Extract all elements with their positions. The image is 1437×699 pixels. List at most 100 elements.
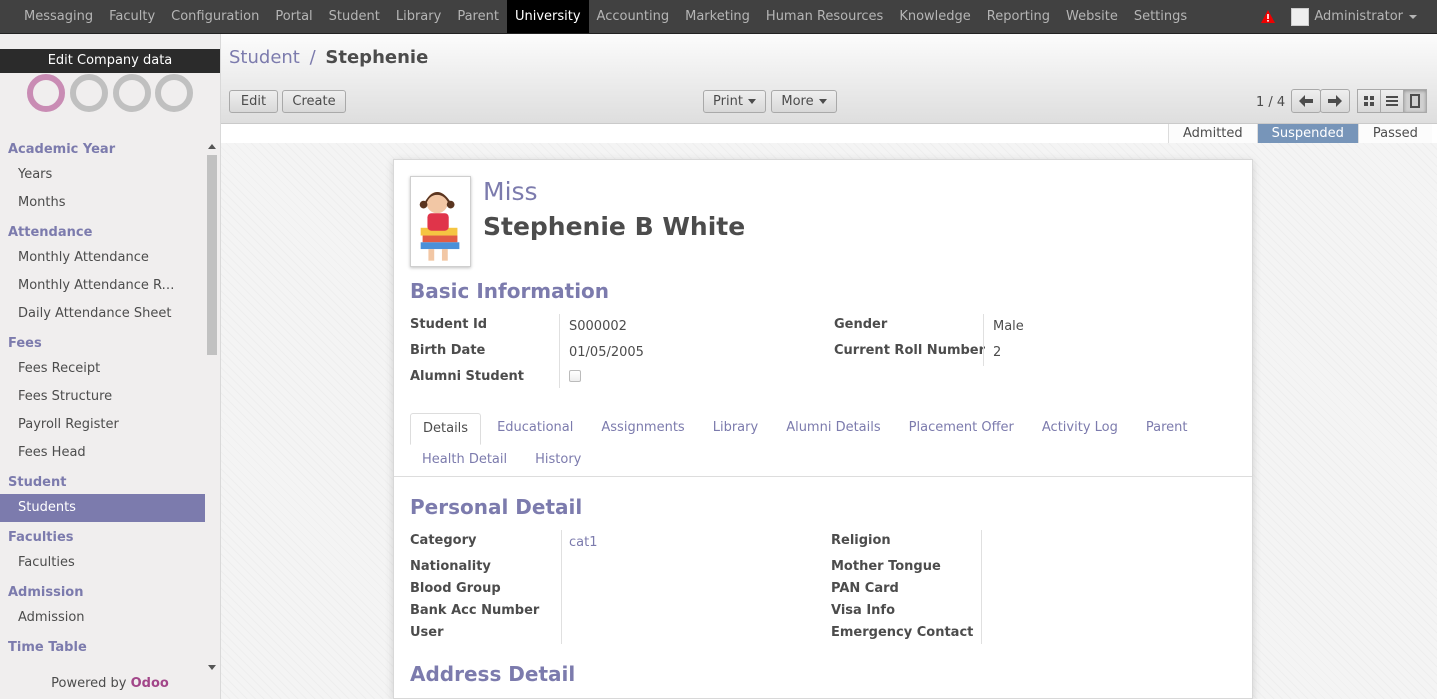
basic-information-heading: Basic Information — [410, 279, 610, 303]
menu-faculty[interactable]: Faculty — [101, 0, 163, 33]
sidebar-item-monthly-attendance-report[interactable]: Monthly Attendance Re... — [0, 272, 205, 300]
field-divider — [561, 530, 562, 644]
category-value[interactable]: cat1 — [569, 535, 597, 550]
sidebar-item-admission[interactable]: Admission — [0, 604, 205, 632]
pan-card-label: PAN Card — [831, 581, 899, 596]
breadcrumb-parent[interactable]: Student — [229, 47, 300, 68]
student-name: Stephenie B White — [483, 212, 746, 241]
breadcrumb-current: Stephenie — [325, 47, 429, 68]
pager-next-button[interactable] — [1320, 89, 1350, 113]
user-label: User — [410, 625, 444, 640]
tab-assignments[interactable]: Assignments — [589, 413, 696, 445]
sidebar-item-faculties[interactable]: Faculties — [0, 549, 205, 577]
menu-configuration[interactable]: Configuration — [163, 0, 267, 33]
menu-settings[interactable]: Settings — [1126, 0, 1195, 33]
sidebar-item-fees-head[interactable]: Fees Head — [0, 439, 205, 467]
menu-library[interactable]: Library — [388, 0, 449, 33]
user-area: Administrator — [1261, 0, 1417, 33]
sidebar-item-years[interactable]: Years — [0, 161, 205, 189]
stage-suspended[interactable]: Suspended — [1256, 124, 1358, 143]
sidebar-item-payroll-register[interactable]: Payroll Register — [0, 411, 205, 439]
tabs-divider — [394, 476, 1252, 477]
tab-history[interactable]: History — [523, 445, 593, 477]
bank-acc-number-label: Bank Acc Number — [410, 603, 540, 618]
user-menu[interactable]: Administrator — [1314, 9, 1403, 24]
scroll-down-icon[interactable] — [208, 665, 216, 670]
tab-details[interactable]: Details — [410, 413, 482, 445]
kanban-icon — [1364, 96, 1374, 106]
form-view-button[interactable] — [1403, 89, 1427, 113]
birth-date-value: 01/05/2005 — [569, 345, 644, 360]
pager-value[interactable]: 1 / 4 — [1256, 95, 1285, 110]
menu-messaging[interactable]: Messaging — [16, 0, 101, 33]
tab-educational[interactable]: Educational — [485, 413, 585, 445]
menu-knowledge[interactable]: Knowledge — [891, 0, 978, 33]
field-divider — [981, 530, 982, 644]
print-label: Print — [713, 94, 743, 109]
kanban-view-button[interactable] — [1357, 89, 1381, 113]
student-title: Miss — [483, 177, 538, 206]
stage-admitted[interactable]: Admitted — [1168, 124, 1257, 143]
tab-library[interactable]: Library — [701, 413, 770, 445]
powered-by: Powered by Odoo — [0, 676, 220, 691]
sidebar-scrollbar[interactable] — [206, 142, 218, 672]
powered-by-text: Powered by — [51, 676, 127, 691]
menu-student[interactable]: Student — [321, 0, 388, 33]
sidebar-item-months[interactable]: Months — [0, 189, 205, 217]
menu-portal[interactable]: Portal — [267, 0, 320, 33]
chevron-down-icon[interactable] — [1409, 14, 1417, 19]
create-button[interactable]: Create — [282, 90, 346, 113]
sidebar-section-academic-year: Academic Year — [8, 142, 116, 157]
menu-website[interactable]: Website — [1058, 0, 1126, 33]
menu-human-resources[interactable]: Human Resources — [758, 0, 891, 33]
edit-company-button[interactable]: Edit Company data — [0, 49, 220, 73]
tab-health-detail[interactable]: Health Detail — [410, 445, 519, 477]
view-switcher — [1357, 89, 1427, 113]
scroll-up-icon[interactable] — [208, 144, 216, 149]
student-photo[interactable] — [410, 176, 471, 267]
notebook-tabs: Details Educational Assignments Library … — [410, 413, 1203, 445]
category-label: Category — [410, 533, 477, 548]
sidebar-item-monthly-attendance[interactable]: Monthly Attendance — [0, 244, 205, 272]
menu-university[interactable]: University — [506, 0, 589, 33]
visa-info-label: Visa Info — [831, 603, 896, 618]
sidebar-item-fees-structure[interactable]: Fees Structure — [0, 383, 205, 411]
list-view-button[interactable] — [1380, 89, 1404, 113]
odoo-logo[interactable] — [26, 74, 196, 112]
caret-down-icon — [818, 99, 827, 104]
menu-reporting[interactable]: Reporting — [979, 0, 1058, 33]
nationality-label: Nationality — [410, 559, 491, 574]
alumni-student-checkbox[interactable] — [569, 370, 581, 382]
sidebar-item-fees-receipt[interactable]: Fees Receipt — [0, 355, 205, 383]
more-label: More — [781, 94, 814, 109]
edit-button[interactable]: Edit — [229, 90, 278, 113]
sidebar-section-faculties: Faculties — [8, 530, 74, 545]
sidebar-item-daily-attendance-sheet[interactable]: Daily Attendance Sheet — [0, 300, 205, 328]
notebook-tabs-row2: Health Detail History — [410, 445, 597, 477]
tab-activity-log[interactable]: Activity Log — [1030, 413, 1130, 445]
sidebar-section-admission: Admission — [8, 585, 84, 600]
form-icon — [1410, 94, 1420, 108]
birth-date-label: Birth Date — [410, 343, 486, 358]
print-button[interactable]: Print — [703, 90, 766, 113]
warning-icon[interactable] — [1261, 10, 1276, 23]
stage-passed[interactable]: Passed — [1357, 124, 1432, 143]
sidebar-section-time-table: Time Table — [8, 640, 87, 655]
user-avatar-icon[interactable] — [1291, 7, 1310, 26]
sidebar: Edit Company data Academic Year Years Mo… — [0, 34, 221, 699]
odoo-link[interactable]: Odoo — [131, 676, 169, 691]
field-divider — [559, 314, 560, 388]
pager-previous-button[interactable] — [1291, 89, 1321, 113]
sidebar-item-students[interactable]: Students — [0, 494, 205, 522]
religion-label: Religion — [831, 533, 891, 548]
menu-accounting[interactable]: Accounting — [589, 0, 678, 33]
sidebar-nav: Academic Year Years Months Attendance Mo… — [0, 138, 205, 659]
tab-parent[interactable]: Parent — [1134, 413, 1200, 445]
tab-alumni-details[interactable]: Alumni Details — [774, 413, 892, 445]
menu-parent[interactable]: Parent — [449, 0, 507, 33]
scroll-thumb[interactable] — [207, 155, 217, 355]
menu-marketing[interactable]: Marketing — [677, 0, 758, 33]
tab-placement-offer[interactable]: Placement Offer — [897, 413, 1026, 445]
alumni-student-label: Alumni Student — [410, 369, 524, 384]
more-button[interactable]: More — [771, 90, 837, 113]
